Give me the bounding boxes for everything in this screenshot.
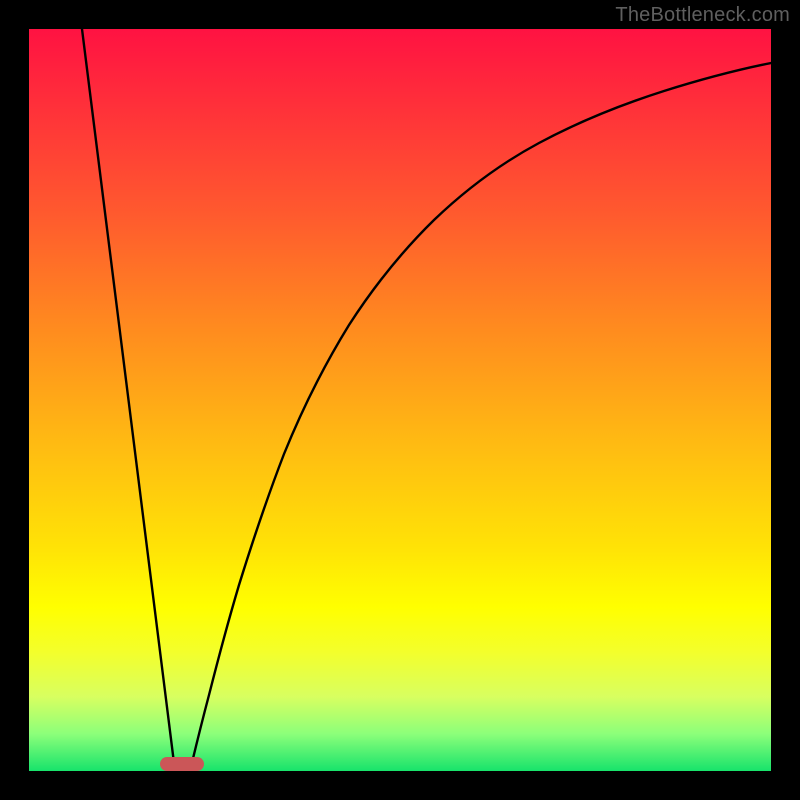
optimal-marker-pill (160, 757, 204, 771)
chart-frame: TheBottleneck.com (0, 0, 800, 800)
watermark-text: TheBottleneck.com (615, 4, 790, 27)
bottleneck-curve (29, 29, 771, 771)
curve-right-branch (190, 63, 771, 771)
plot-area (29, 29, 771, 771)
curve-left-branch (82, 29, 175, 771)
